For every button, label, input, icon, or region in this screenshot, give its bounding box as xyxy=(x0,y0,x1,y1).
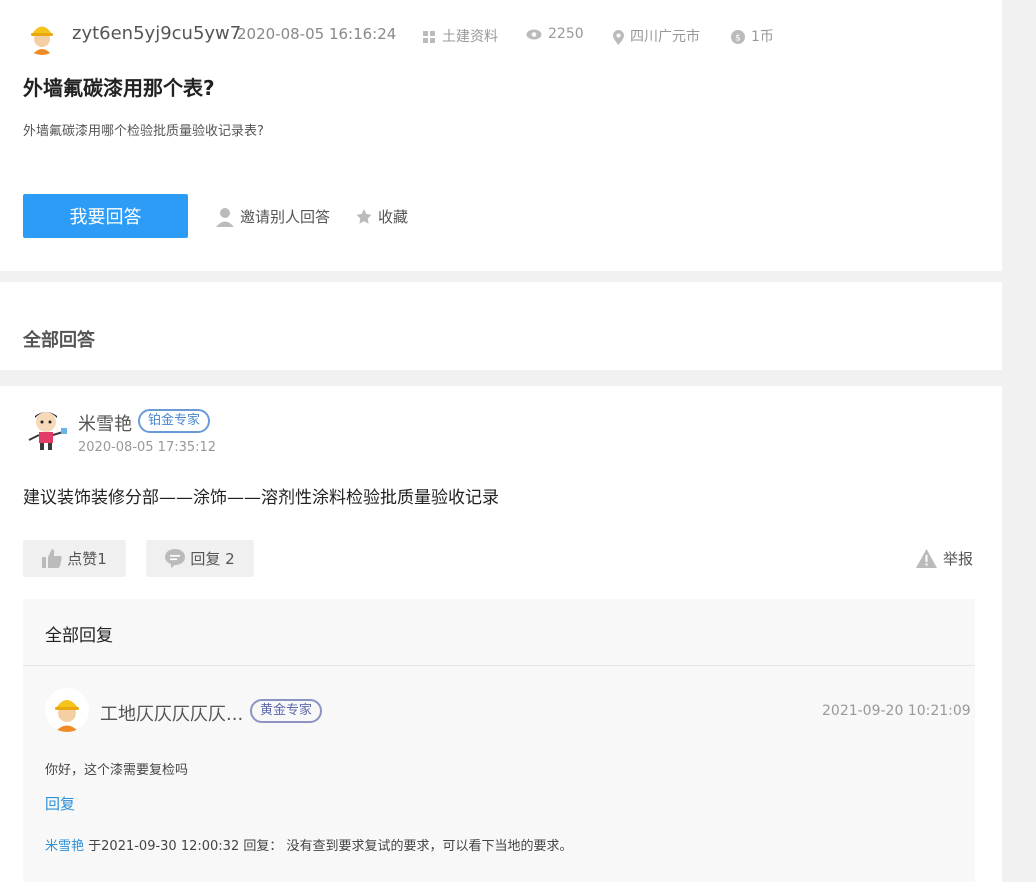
reply-author-name[interactable]: 工地仄仄仄仄仄... xyxy=(100,700,243,726)
reward-label: 1币 xyxy=(751,29,774,45)
question-author-name[interactable]: zyt6en5yj9cu5yw7 xyxy=(72,23,241,44)
warning-icon xyxy=(916,549,937,568)
sub-reply-author[interactable]: 米雪艳 xyxy=(45,839,84,854)
question-location: 四川广元市 xyxy=(613,26,700,46)
answer-content: 建议装饰装修分部——涂饰——溶剂性涂料检验批质量验收记录 xyxy=(23,488,499,508)
reply-time: 2021-09-20 10:21:09 xyxy=(822,703,971,719)
invite-answer-link[interactable]: 邀请别人回答 xyxy=(215,206,330,227)
replies-panel: 全部回复 工地仄仄仄仄仄... 黄金专家 2021-09-20 10:21:09… xyxy=(23,599,975,882)
reply-count-label: 回复 2 xyxy=(190,550,235,568)
reply-author-badge: 黄金专家 xyxy=(250,699,323,723)
answer-author-name[interactable]: 米雪艳 xyxy=(78,410,132,436)
like-button[interactable]: 点赞1 xyxy=(23,540,126,577)
thumbs-up-icon xyxy=(42,549,62,568)
question-time: 2020-08-05 16:16:24 xyxy=(237,25,397,43)
replies-header: 全部回复 xyxy=(45,626,113,646)
sub-reply-text: 于2021-09-30 12:00:32 回复： 没有查到要求复试的要求，可以看… xyxy=(84,839,573,854)
answer-time: 2020-08-05 17:35:12 xyxy=(78,440,217,455)
question-card: zyt6en5yj9cu5yw7 2020-08-05 16:16:24 土建资… xyxy=(0,0,1002,271)
svg-text:$: $ xyxy=(735,34,741,44)
reply-count-button[interactable]: 回复 2 xyxy=(146,540,254,577)
answers-header-card: 全部回答 xyxy=(0,282,1002,370)
question-views: 2250 xyxy=(526,26,584,42)
question-title: 外墙氟碳漆用那个表? xyxy=(23,76,215,100)
favorite-label: 收藏 xyxy=(378,208,409,226)
replies-divider xyxy=(23,665,975,666)
location-pin-icon xyxy=(613,29,624,45)
category-icon xyxy=(423,30,435,43)
eye-icon xyxy=(526,29,542,39)
report-label: 举报 xyxy=(943,550,974,568)
question-category[interactable]: 土建资料 xyxy=(423,26,498,46)
category-label: 土建资料 xyxy=(442,29,498,45)
reply-link[interactable]: 回复 xyxy=(45,793,75,814)
location-label: 四川广元市 xyxy=(630,29,700,45)
answer-author-avatar[interactable] xyxy=(23,406,69,452)
invite-label: 邀请别人回答 xyxy=(240,208,331,226)
answers-header: 全部回答 xyxy=(23,330,95,351)
favorite-link[interactable]: 收藏 xyxy=(355,206,408,227)
report-link[interactable]: 举报 xyxy=(916,548,973,569)
coin-icon: $ xyxy=(731,30,745,44)
views-count: 2250 xyxy=(548,26,584,42)
reply-content: 你好，这个漆需要复检吗 xyxy=(45,763,189,778)
comment-icon xyxy=(165,549,186,568)
like-label: 点赞1 xyxy=(67,550,107,568)
question-author-avatar[interactable] xyxy=(23,17,61,55)
question-body: 外墙氟碳漆用哪个检验批质量验收记录表? xyxy=(23,124,264,139)
answer-card: 米雪艳 铂金专家 2020-08-05 17:35:12 建议装饰装修分部——涂… xyxy=(0,386,1002,882)
invite-user-icon xyxy=(216,207,234,227)
star-icon xyxy=(356,208,372,224)
sub-reply: 米雪艳 于2021-09-30 12:00:32 回复： 没有查到要求复试的要求… xyxy=(45,835,572,854)
answer-author-badge: 铂金专家 xyxy=(138,409,211,433)
reply-author-avatar[interactable] xyxy=(45,688,89,732)
question-reward: $1币 xyxy=(731,26,774,46)
answer-button[interactable]: 我要回答 xyxy=(23,194,188,238)
